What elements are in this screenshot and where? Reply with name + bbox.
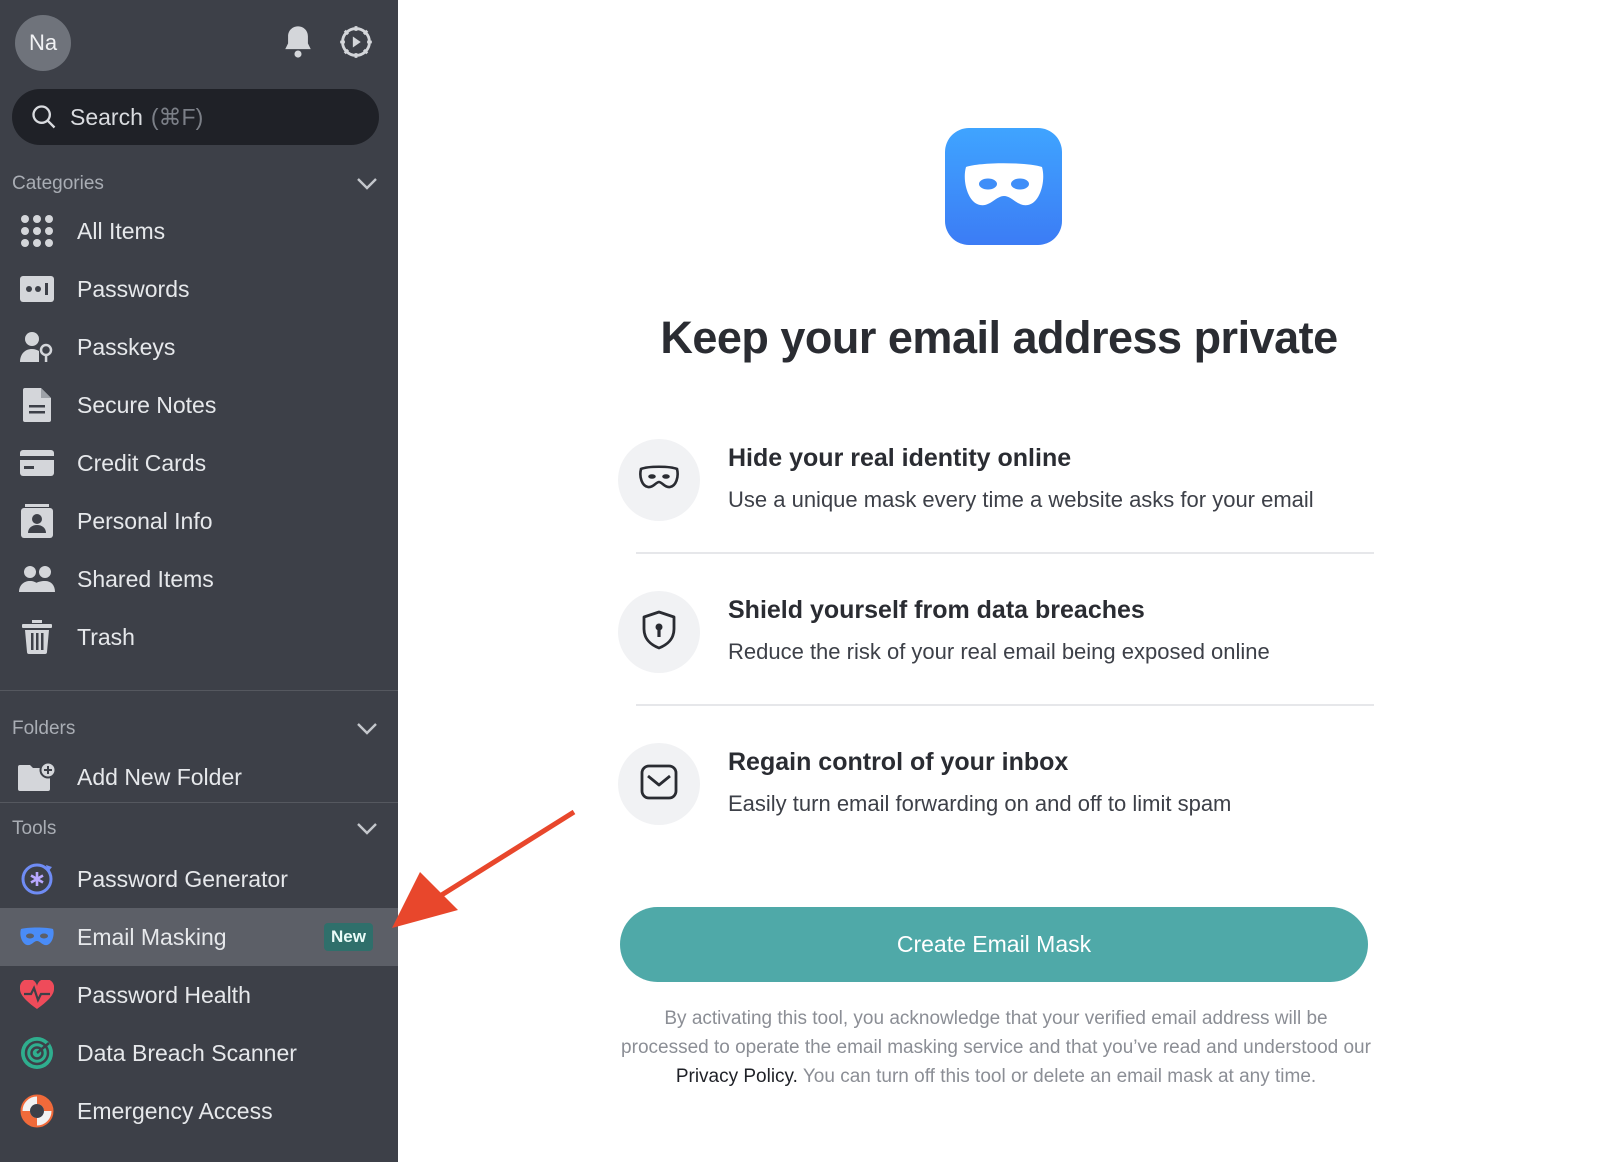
search-icon (32, 105, 56, 129)
bell-icon[interactable] (278, 20, 318, 64)
sidebar-item-password-health[interactable]: Password Health (0, 966, 398, 1024)
feature-icon-circle (618, 743, 700, 825)
folders-header[interactable]: Folders (12, 714, 384, 744)
sidebar-item-add-new-folder[interactable]: Add New Folder (0, 748, 398, 806)
search-placeholder: Search (70, 103, 143, 130)
new-badge: New (324, 923, 373, 951)
mail-icon (640, 764, 678, 805)
mask-icon (639, 464, 679, 496)
feature-icon-circle (618, 591, 700, 673)
credit-card-icon (18, 444, 56, 482)
lifebuoy-icon (18, 1092, 56, 1130)
page-title: Keep your email address private (660, 312, 1338, 363)
feature-icon-circle (618, 439, 700, 521)
sidebar-item-personal-info[interactable]: Personal Info (0, 492, 398, 550)
feature-hide-identity: Hide your real identity online Use a uni… (618, 439, 1378, 529)
sidebar-item-label: Personal Info (77, 507, 213, 534)
feature-description: Reduce the risk of your real email being… (728, 639, 1270, 664)
feature-divider (636, 552, 1374, 554)
chevron-down-icon[interactable] (350, 814, 384, 844)
categories-label: Categories (12, 173, 104, 194)
sidebar-item-passwords[interactable]: Passwords (0, 260, 398, 318)
sidebar-item-trash[interactable]: Trash (0, 608, 398, 666)
feature-description: Use a unique mask every time a website a… (728, 487, 1314, 512)
sidebar-item-label: Passkeys (77, 333, 176, 360)
sidebar-item-email-masking[interactable]: Email Masking New (0, 908, 398, 966)
tools-header[interactable]: Tools (12, 814, 384, 844)
grid-icon (18, 212, 56, 250)
folder-add-icon (18, 758, 56, 796)
sidebar-item-label: Email Masking (77, 923, 227, 950)
email-mask-hero-icon (945, 128, 1062, 245)
privacy-policy-link[interactable]: Privacy Policy. (676, 1066, 798, 1087)
legal-text: You can turn off this tool or delete an … (797, 1066, 1317, 1087)
mask-icon (18, 918, 56, 956)
sidebar-item-emergency-access[interactable]: Emergency Access (0, 1082, 398, 1140)
feature-data-breaches: Shield yourself from data breaches Reduc… (618, 591, 1378, 681)
generator-icon (18, 860, 56, 898)
shield-lock-icon (641, 610, 677, 655)
legal-text: By activating this tool, you acknowledge… (621, 1008, 1371, 1058)
categories-header[interactable]: Categories (12, 169, 384, 199)
heart-pulse-icon (18, 976, 56, 1014)
create-email-mask-button[interactable]: Create Email Mask (620, 907, 1368, 982)
search-bar[interactable]: Search (⌘F) (12, 89, 379, 145)
sidebar-item-label: Secure Notes (77, 391, 217, 418)
sidebar-item-label: Credit Cards (77, 449, 207, 476)
passkey-icon (18, 328, 56, 366)
avatar[interactable]: Na (15, 15, 71, 71)
tools-label: Tools (12, 818, 57, 839)
sidebar-item-secure-notes[interactable]: Secure Notes (0, 376, 398, 434)
people-icon (18, 560, 56, 598)
feature-title: Hide your real identity online (728, 444, 1072, 472)
sidebar-item-label: Password Health (77, 981, 251, 1008)
sidebar: Na Search (⌘F) Categories All Items Pass… (0, 0, 398, 1162)
search-shortcut: (⌘F) (150, 103, 204, 130)
feature-divider (636, 704, 1374, 706)
feature-inbox-control: Regain control of your inbox Easily turn… (618, 743, 1378, 833)
folders-label: Folders (12, 718, 76, 739)
sidebar-item-password-generator[interactable]: Password Generator (0, 850, 398, 908)
note-icon (18, 386, 56, 424)
sidebar-item-credit-cards[interactable]: Credit Cards (0, 434, 398, 492)
sidebar-divider (0, 690, 398, 691)
sidebar-item-label: All Items (77, 217, 166, 244)
chevron-down-icon[interactable] (350, 714, 384, 744)
feature-title: Shield yourself from data breaches (728, 596, 1145, 624)
sidebar-item-label: Emergency Access (77, 1097, 273, 1124)
feature-description: Easily turn email forwarding on and off … (728, 791, 1232, 816)
chevron-down-icon[interactable] (350, 169, 384, 199)
sidebar-item-label: Data Breach Scanner (77, 1039, 297, 1066)
sidebar-item-label: Shared Items (77, 565, 214, 592)
legal-disclaimer: By activating this tool, you acknowledge… (620, 1004, 1372, 1091)
main-panel: Keep your email address private Hide you… (398, 0, 1600, 1162)
sidebar-item-label: Passwords (77, 275, 190, 302)
sidebar-item-label: Add New Folder (77, 763, 242, 790)
sidebar-item-label: Password Generator (77, 865, 288, 892)
password-icon (18, 270, 56, 308)
sidebar-item-data-breach-scanner[interactable]: Data Breach Scanner (0, 1024, 398, 1082)
sidebar-divider (0, 802, 398, 803)
sidebar-item-passkeys[interactable]: Passkeys (0, 318, 398, 376)
sidebar-item-shared-items[interactable]: Shared Items (0, 550, 398, 608)
sidebar-item-label: Trash (77, 623, 135, 650)
feature-title: Regain control of your inbox (728, 748, 1069, 776)
trash-icon (18, 618, 56, 656)
radar-icon (18, 1034, 56, 1072)
id-badge-icon (18, 502, 56, 540)
settings-icon[interactable] (336, 20, 376, 64)
sidebar-item-all-items[interactable]: All Items (0, 202, 398, 260)
